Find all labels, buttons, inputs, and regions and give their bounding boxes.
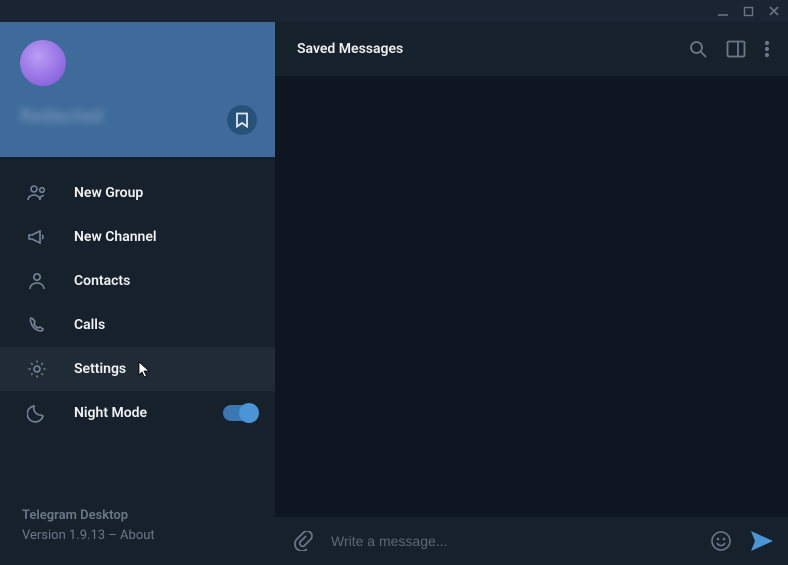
sidebar-item-new-channel[interactable]: New Channel xyxy=(0,215,275,259)
sidebar: Redacted New Group New Channel xyxy=(0,22,275,565)
sidebar-item-calls[interactable]: Calls xyxy=(0,303,275,347)
menu-label: New Channel xyxy=(74,229,157,245)
search-button[interactable] xyxy=(688,39,708,59)
saved-messages-button[interactable] xyxy=(227,105,257,135)
chat-title: Saved Messages xyxy=(297,41,670,57)
avatar[interactable] xyxy=(20,40,66,86)
app-name: Telegram Desktop xyxy=(22,506,253,526)
sidebar-item-night-mode[interactable]: Night Mode xyxy=(0,391,275,435)
side-panel-button[interactable] xyxy=(726,40,746,58)
more-vertical-icon xyxy=(764,40,770,58)
smile-icon xyxy=(710,530,732,552)
profile-name: Redacted xyxy=(20,106,255,127)
search-icon xyxy=(688,39,708,59)
close-button[interactable] xyxy=(768,5,780,17)
megaphone-icon xyxy=(26,227,48,247)
moon-icon xyxy=(26,403,48,423)
window-titlebar xyxy=(0,0,788,22)
menu-label: Calls xyxy=(74,317,105,333)
about-link[interactable]: About xyxy=(120,528,155,543)
sidebar-item-contacts[interactable]: Contacts xyxy=(0,259,275,303)
main-menu: New Group New Channel Contacts Calls xyxy=(0,157,275,506)
menu-label: Settings xyxy=(74,361,126,377)
panel-icon xyxy=(726,40,746,58)
chat-area: Saved Messages xyxy=(275,22,788,565)
phone-icon xyxy=(26,315,48,335)
menu-label: Contacts xyxy=(74,273,130,289)
send-button[interactable] xyxy=(750,530,774,552)
send-icon xyxy=(750,530,774,552)
sidebar-footer: Telegram Desktop Version 1.9.13 – About xyxy=(0,506,275,565)
menu-label: Night Mode xyxy=(74,405,147,421)
maximize-button[interactable] xyxy=(743,6,754,17)
emoji-button[interactable] xyxy=(710,530,732,552)
gear-icon xyxy=(26,359,48,379)
message-input[interactable] xyxy=(331,533,692,549)
night-mode-toggle[interactable] xyxy=(223,405,257,421)
menu-label: New Group xyxy=(74,185,143,201)
message-composer xyxy=(275,517,788,565)
chat-body xyxy=(275,76,788,517)
group-icon xyxy=(26,183,48,203)
attach-button[interactable] xyxy=(293,531,313,551)
bookmark-icon xyxy=(235,112,249,128)
paperclip-icon xyxy=(293,531,313,551)
chat-header: Saved Messages xyxy=(275,22,788,76)
sidebar-item-settings[interactable]: Settings xyxy=(0,347,275,391)
profile-header: Redacted xyxy=(0,22,275,157)
minimize-button[interactable] xyxy=(717,5,729,17)
person-icon xyxy=(26,271,48,291)
more-button[interactable] xyxy=(764,40,770,58)
sidebar-item-new-group[interactable]: New Group xyxy=(0,171,275,215)
version-line: Version 1.9.13 – xyxy=(22,528,120,543)
